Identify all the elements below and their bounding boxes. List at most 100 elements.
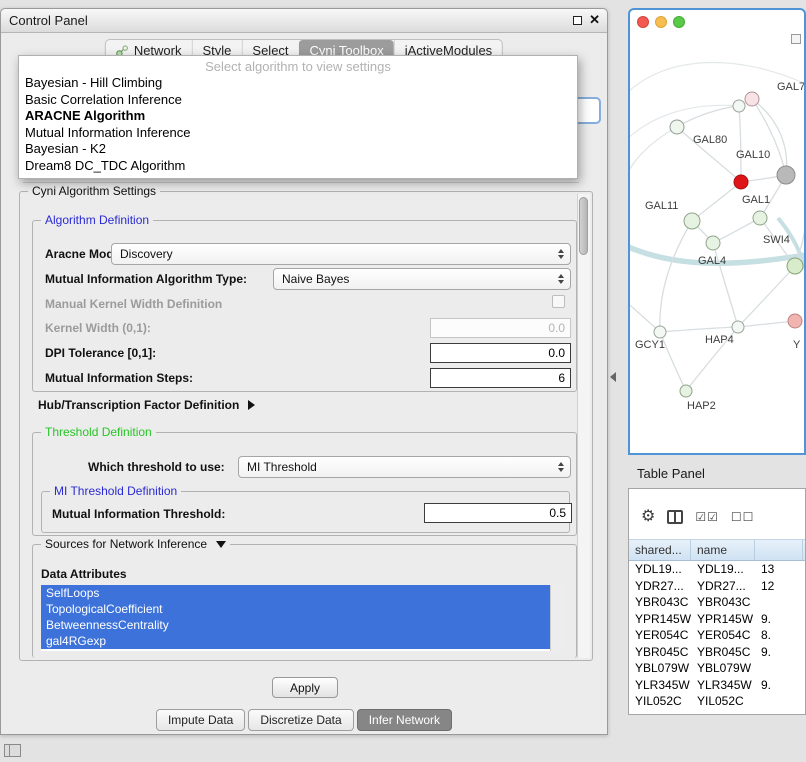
apply-button[interactable]: Apply	[272, 677, 338, 698]
table-row[interactable]: YBL079WYBL079W	[629, 660, 805, 677]
table-row[interactable]: YDL19...YDL19...13	[629, 561, 805, 578]
select-all-rows-icon[interactable]: ☑☑	[695, 508, 719, 526]
network-node[interactable]	[787, 258, 803, 274]
close-icon[interactable]: ✕	[589, 14, 600, 26]
mi-threshold-title: MI Threshold Definition	[50, 484, 181, 498]
sources-title-text: Sources for Network Inference	[45, 537, 207, 551]
network-node[interactable]	[670, 120, 684, 134]
table-cell: YDR27...	[629, 579, 691, 593]
column-header-shared[interactable]: shared...	[629, 540, 691, 560]
table-toolbar: ⚙ ☑☑ ☐☐	[641, 506, 754, 528]
node-label-swi4: SWI4	[763, 234, 790, 246]
settings-gear-icon[interactable]: ⚙	[641, 508, 655, 526]
network-canvas[interactable]: GAL7GAL80GAL10GAL11GAL1SWI4GAL4GCY1HAP4Y…	[630, 32, 804, 453]
table-row[interactable]: YPR145WYPR145W9.	[629, 611, 805, 628]
combo-arrows-icon	[554, 462, 570, 472]
tab-infer-network[interactable]: Infer Network	[357, 709, 452, 731]
table-cell: YBL079W	[691, 661, 755, 675]
network-node[interactable]	[745, 92, 759, 106]
which-threshold-value: MI Threshold	[239, 460, 554, 474]
node-label-gal11: GAL11	[645, 200, 678, 212]
dropdown-options: Bayesian - Hill ClimbingBasic Correlatio…	[19, 75, 577, 174]
table-row[interactable]: YDR27...YDR27...12	[629, 578, 805, 595]
tab-impute-data[interactable]: Impute Data	[156, 709, 245, 731]
algorithm-option-basic-correlation-inference[interactable]: Basic Correlation Inference	[19, 92, 577, 109]
attribute-item-selfloops[interactable]: SelfLoops	[41, 585, 550, 601]
node-label-hap2: HAP2	[687, 400, 716, 412]
table-row[interactable]: YLR345WYLR345W9.	[629, 677, 805, 694]
columns-icon[interactable]	[667, 510, 683, 524]
dpi-tolerance-input[interactable]	[430, 343, 571, 363]
window-title: Control Panel	[9, 13, 88, 28]
float-window-icon[interactable]	[573, 16, 582, 25]
zoom-traffic-light-icon[interactable]	[673, 16, 685, 28]
dpi-tolerance-label: DPI Tolerance [0,1]:	[45, 346, 156, 360]
network-node[interactable]	[706, 236, 720, 250]
which-threshold-select[interactable]: MI Threshold	[238, 456, 571, 478]
network-node[interactable]	[733, 100, 745, 112]
window-buttons: ✕	[573, 14, 600, 26]
aracne-mode-select[interactable]: Discovery	[111, 243, 571, 265]
column-header-name[interactable]: name	[691, 540, 755, 560]
hidden-group-border	[23, 182, 579, 183]
table-cell: 8.	[755, 628, 803, 642]
splitter-collapse-icon[interactable]	[610, 372, 616, 382]
network-node[interactable]	[734, 175, 748, 189]
node-label-gal10: GAL10	[736, 149, 770, 161]
close-traffic-light-icon[interactable]	[637, 16, 649, 28]
table-row[interactable]: YER054CYER054C8.	[629, 627, 805, 644]
threshold-definition-title: Threshold Definition	[41, 425, 156, 439]
mi-threshold-group: MI Threshold Definition Mutual Informati…	[41, 491, 570, 533]
kernel-width-input[interactable]	[430, 318, 571, 338]
node-label-hap4: HAP4	[705, 334, 734, 346]
data-attributes-label: Data Attributes	[41, 567, 127, 581]
network-node[interactable]	[684, 213, 700, 229]
algorithm-option-bayesian-k2[interactable]: Bayesian - K2	[19, 141, 577, 158]
minimize-traffic-light-icon[interactable]	[655, 16, 667, 28]
table-cell: YIL052C	[629, 694, 691, 708]
node-label-gal7: GAL7	[777, 81, 804, 93]
sources-group: Sources for Network Inference Data Attri…	[32, 544, 577, 658]
column-header-col-2[interactable]	[755, 540, 803, 560]
network-node[interactable]	[732, 321, 744, 333]
mi-steps-input[interactable]	[430, 368, 571, 388]
settings-scrollbar[interactable]	[577, 194, 590, 658]
network-node[interactable]	[654, 326, 666, 338]
collapse-arrow-icon	[216, 541, 226, 548]
network-node[interactable]	[753, 211, 767, 225]
node-label-gal4: GAL4	[698, 255, 726, 267]
algorithm-option-dream8-dc-tdc-algorithm[interactable]: Dream8 DC_TDC Algorithm	[19, 158, 577, 175]
table-cell: YLR345W	[629, 678, 691, 692]
network-node[interactable]	[788, 314, 802, 328]
mi-algorithm-type-select[interactable]: Naive Bayes	[273, 268, 571, 290]
algorithm-option-bayesian-hill-climbing[interactable]: Bayesian - Hill Climbing	[19, 75, 577, 92]
table-row[interactable]: YBR045CYBR045C9.	[629, 644, 805, 661]
control-panel-titlebar[interactable]: Control Panel ✕	[1, 9, 607, 33]
table-cell: YPR145W	[691, 612, 755, 626]
attribute-list[interactable]: SelfLoopsTopologicalCoefficientBetweenne…	[41, 585, 550, 651]
tab-discretize-data[interactable]: Discretize Data	[248, 709, 353, 731]
canvas-scrollbar-box[interactable]	[791, 34, 801, 44]
network-node[interactable]	[777, 166, 795, 184]
table-row[interactable]: YBR043CYBR043C	[629, 594, 805, 611]
table-panel-title: Table Panel	[637, 466, 705, 481]
cyni-algorithm-settings-group: Cyni Algorithm Settings Algorithm Defini…	[19, 191, 593, 661]
restore-panel-icon[interactable]	[4, 744, 21, 757]
settings-scrollbar-thumb[interactable]	[579, 197, 588, 255]
algorithm-option-mutual-information-inference[interactable]: Mutual Information Inference	[19, 125, 577, 142]
table-cell: 13	[755, 562, 803, 576]
mi-threshold-label: Mutual Information Threshold:	[52, 507, 225, 521]
deselect-all-rows-icon[interactable]: ☐☐	[731, 508, 755, 526]
attribute-list-scrollbar[interactable]	[550, 585, 563, 651]
hub-definition-toggle[interactable]: Hub/Transcription Factor Definition	[38, 398, 255, 412]
attribute-item-topologicalcoefficient[interactable]: TopologicalCoefficient	[41, 601, 550, 617]
node-label-gal80: GAL80	[693, 134, 727, 146]
sources-group-toggle[interactable]: Sources for Network Inference	[41, 537, 230, 551]
mi-threshold-input[interactable]	[424, 503, 572, 523]
manual-kernel-width-checkbox[interactable]	[552, 295, 565, 308]
network-node[interactable]	[680, 385, 692, 397]
table-row[interactable]: YIL052CYIL052C	[629, 693, 805, 710]
attribute-item-betweennesscentrality[interactable]: BetweennessCentrality	[41, 617, 550, 633]
attribute-item-gal4rgexp[interactable]: gal4RGexp	[41, 633, 550, 649]
algorithm-option-aracne-algorithm[interactable]: ARACNE Algorithm	[19, 108, 577, 125]
